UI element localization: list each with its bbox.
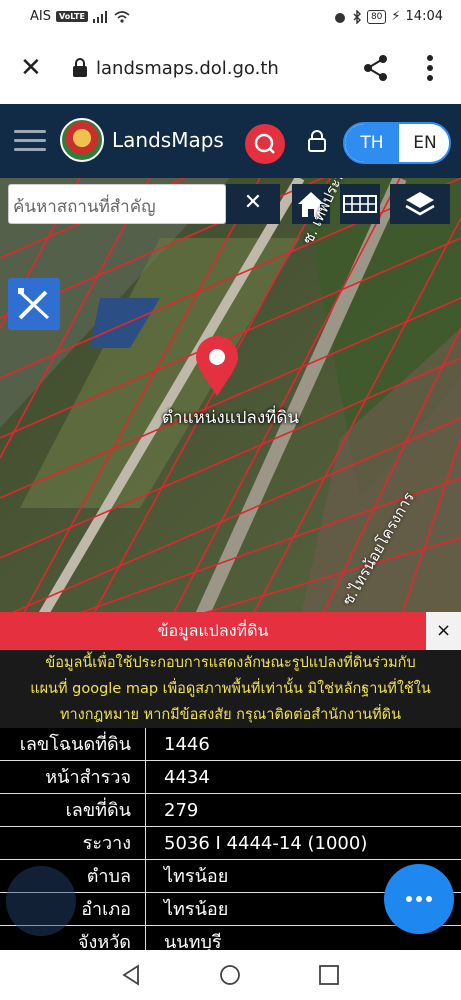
lang-th-button[interactable]: TH (345, 124, 399, 162)
notice-line: ข้อมูลนี้เพื่อใช้ประกอบการแสดงลักษณะรูปแ… (45, 655, 416, 671)
notice-line: ทางกฎหมาย หากมีข้อสงสัย กรุณาติดต่อสำนัก… (59, 707, 402, 723)
table-row: หน้าสำรวจ 4434 (0, 761, 461, 794)
parcel-info-title: ข้อมูลแปลงที่ดิน (0, 612, 426, 650)
battery-level: 80 (366, 9, 387, 24)
clear-search-button[interactable]: ✕ (226, 184, 280, 224)
browser-toolbar: ✕ landsmaps.dol.go.th (0, 36, 461, 104)
login-lock-icon[interactable] (306, 129, 328, 153)
table-row: ระวาง 5036 I 4444-14 (1000) (0, 827, 461, 860)
row-value: 4434 (164, 767, 210, 788)
more-actions-button[interactable] (384, 864, 454, 934)
volte-badge: VoLTE (55, 11, 88, 22)
bluetooth-icon (353, 9, 361, 24)
secure-lock-icon (73, 58, 87, 77)
row-value: 5036 I 4444-14 (1000) (164, 833, 368, 854)
alarm-icon (334, 12, 345, 23)
department-logo (60, 118, 104, 162)
floating-badge[interactable] (6, 866, 76, 936)
lang-en-button[interactable]: EN (399, 124, 449, 162)
layers-icon (405, 192, 435, 216)
panel-close-button[interactable]: × (426, 612, 461, 650)
app-header: LandsMaps TH EN (0, 104, 461, 178)
location-pin-icon[interactable] (194, 336, 240, 398)
home-nav-icon[interactable] (219, 964, 241, 986)
grid-toggle-button[interactable] (340, 184, 380, 224)
row-label: เลขโฉนดที่ดิน (0, 728, 146, 761)
language-toggle: TH EN (343, 122, 451, 164)
recents-icon[interactable] (318, 964, 340, 986)
row-value: ไทรน้อย (164, 866, 229, 887)
charging-icon: ⚡ (391, 9, 401, 24)
parcel-location-label: ตำแหน่งแปลงที่ดิน (161, 408, 299, 428)
system-nav-bar (0, 950, 461, 1000)
close-tab-icon[interactable]: ✕ (20, 55, 42, 81)
share-icon[interactable] (362, 54, 390, 82)
grid-icon (343, 195, 377, 213)
row-label: เลขที่ดิน (0, 794, 146, 827)
menu-icon[interactable] (14, 130, 46, 152)
clock: 14:04 (405, 9, 443, 24)
row-label: หน้าสำรวจ (0, 761, 146, 794)
status-bar: AIS VoLTE 80 ⚡ 14:04 (0, 0, 461, 36)
brand-title: LandsMaps (112, 128, 224, 152)
pencil-ruler-icon (18, 288, 50, 320)
row-value: 1446 (164, 734, 210, 755)
more-vert-icon[interactable] (426, 54, 434, 82)
signal-icon (92, 10, 107, 23)
disclaimer-notice: ข้อมูลนี้เพื่อใช้ประกอบการแสดงลักษณะรูปแ… (0, 650, 461, 728)
url-text[interactable]: landsmaps.dol.go.th (96, 58, 279, 79)
back-icon[interactable] (120, 964, 142, 986)
table-row: เลขโฉนดที่ดิน 1446 (0, 728, 461, 761)
wifi-icon (114, 10, 130, 23)
search-button[interactable] (245, 124, 285, 164)
landmark-search-input[interactable]: ค้นหาสถานที่สำคัญ (8, 184, 226, 224)
satellite-map (0, 178, 461, 620)
row-value: 279 (164, 800, 199, 821)
table-row: เลขที่ดิน 279 (0, 794, 461, 827)
row-value: ไทรน้อย (164, 899, 229, 920)
carrier-label: AIS (30, 9, 51, 24)
notice-line: แผนที่ google map เพื่อดูสภาพพื้นที่เท่า… (30, 681, 431, 697)
row-label: ระวาง (0, 827, 146, 860)
map-view[interactable]: ค้นหาสถานที่สำคัญ ✕ ซ. เทพประทาน ซ.ไทรน้… (0, 178, 461, 620)
draw-tool-button[interactable] (8, 278, 60, 330)
search-icon (254, 133, 275, 154)
layers-button[interactable] (390, 184, 450, 224)
